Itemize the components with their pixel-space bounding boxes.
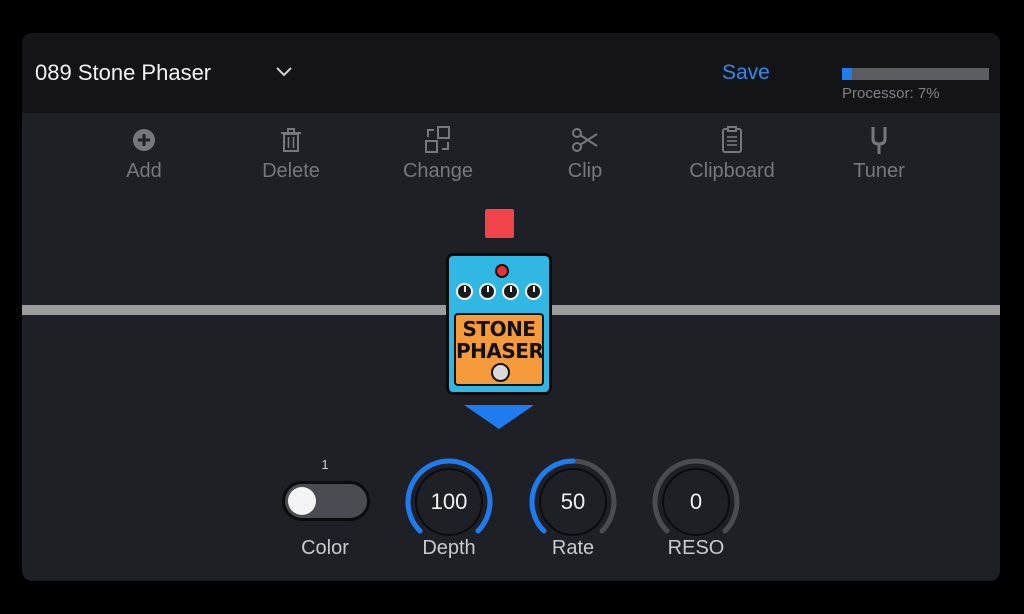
app-window: 089 Stone Phaser Save Processor: 7% Add … <box>22 33 1000 581</box>
color-value: 1 <box>321 457 329 472</box>
toolbar-change-button[interactable]: Change <box>383 125 493 183</box>
header-bar: 089 Stone Phaser Save Processor: 7% <box>22 33 1000 113</box>
toolbar-clipboard-button[interactable]: Clipboard <box>677 125 787 183</box>
pedal-knob <box>479 283 496 300</box>
chevron-down-icon[interactable] <box>274 65 294 79</box>
scissors-icon <box>572 128 598 152</box>
toolbar-label: Change <box>402 160 474 182</box>
pedal-label-panel: STONE PHASER <box>454 313 544 386</box>
bypass-indicator[interactable] <box>485 209 514 238</box>
pedal-knob <box>502 283 519 300</box>
stone-phaser-pedal[interactable]: STONE PHASER <box>446 253 552 395</box>
preset-name[interactable]: 089 Stone Phaser <box>35 60 211 86</box>
reso-value: 0 <box>689 489 703 514</box>
save-button[interactable]: Save <box>722 61 770 85</box>
add-icon <box>133 129 155 151</box>
rate-value: 50 <box>560 489 586 514</box>
footswitch-icon <box>491 363 510 382</box>
param-label: Color <box>301 537 349 559</box>
param-reso: 0 RESO <box>651 457 741 559</box>
toolbar-add-button[interactable]: Add <box>89 125 199 183</box>
toolbar-label: Delete <box>262 160 320 182</box>
color-toggle[interactable] <box>282 481 370 521</box>
param-depth: 100 Depth <box>404 457 494 559</box>
toolbar-label: Clip <box>567 160 603 182</box>
param-label: Rate <box>551 537 595 559</box>
toolbar-label: Add <box>126 160 162 182</box>
toolbar-label: Tuner <box>853 160 905 182</box>
param-color: 1 Color <box>280 457 370 559</box>
processor-meter <box>842 68 989 80</box>
pedal-title-line1: STONE <box>462 317 536 341</box>
toolbar-clip-button[interactable]: Clip <box>530 125 640 183</box>
pedal-led <box>495 264 509 278</box>
chevron-down-icon[interactable] <box>464 405 534 429</box>
processor-label: Processor: 7% <box>842 85 940 102</box>
toolbar-label: Clipboard <box>689 160 775 182</box>
depth-value: 100 <box>430 489 468 514</box>
toolbar-tuner-button[interactable]: Tuner <box>824 125 934 183</box>
swap-icon <box>425 126 450 153</box>
param-label: Depth <box>422 537 476 559</box>
toggle-thumb <box>288 487 316 515</box>
param-rate: 50 Rate <box>528 457 618 559</box>
toolbar-delete-button[interactable]: Delete <box>236 125 346 183</box>
pedal-knob <box>525 283 542 300</box>
processor-meter-fill <box>842 68 853 80</box>
pedal-title-line2: PHASER <box>456 339 544 363</box>
param-label: RESO <box>667 537 725 559</box>
clipboard-icon <box>722 126 742 153</box>
trash-icon <box>281 128 301 152</box>
tuning-fork-icon <box>871 127 887 154</box>
pedal-knob <box>456 283 473 300</box>
